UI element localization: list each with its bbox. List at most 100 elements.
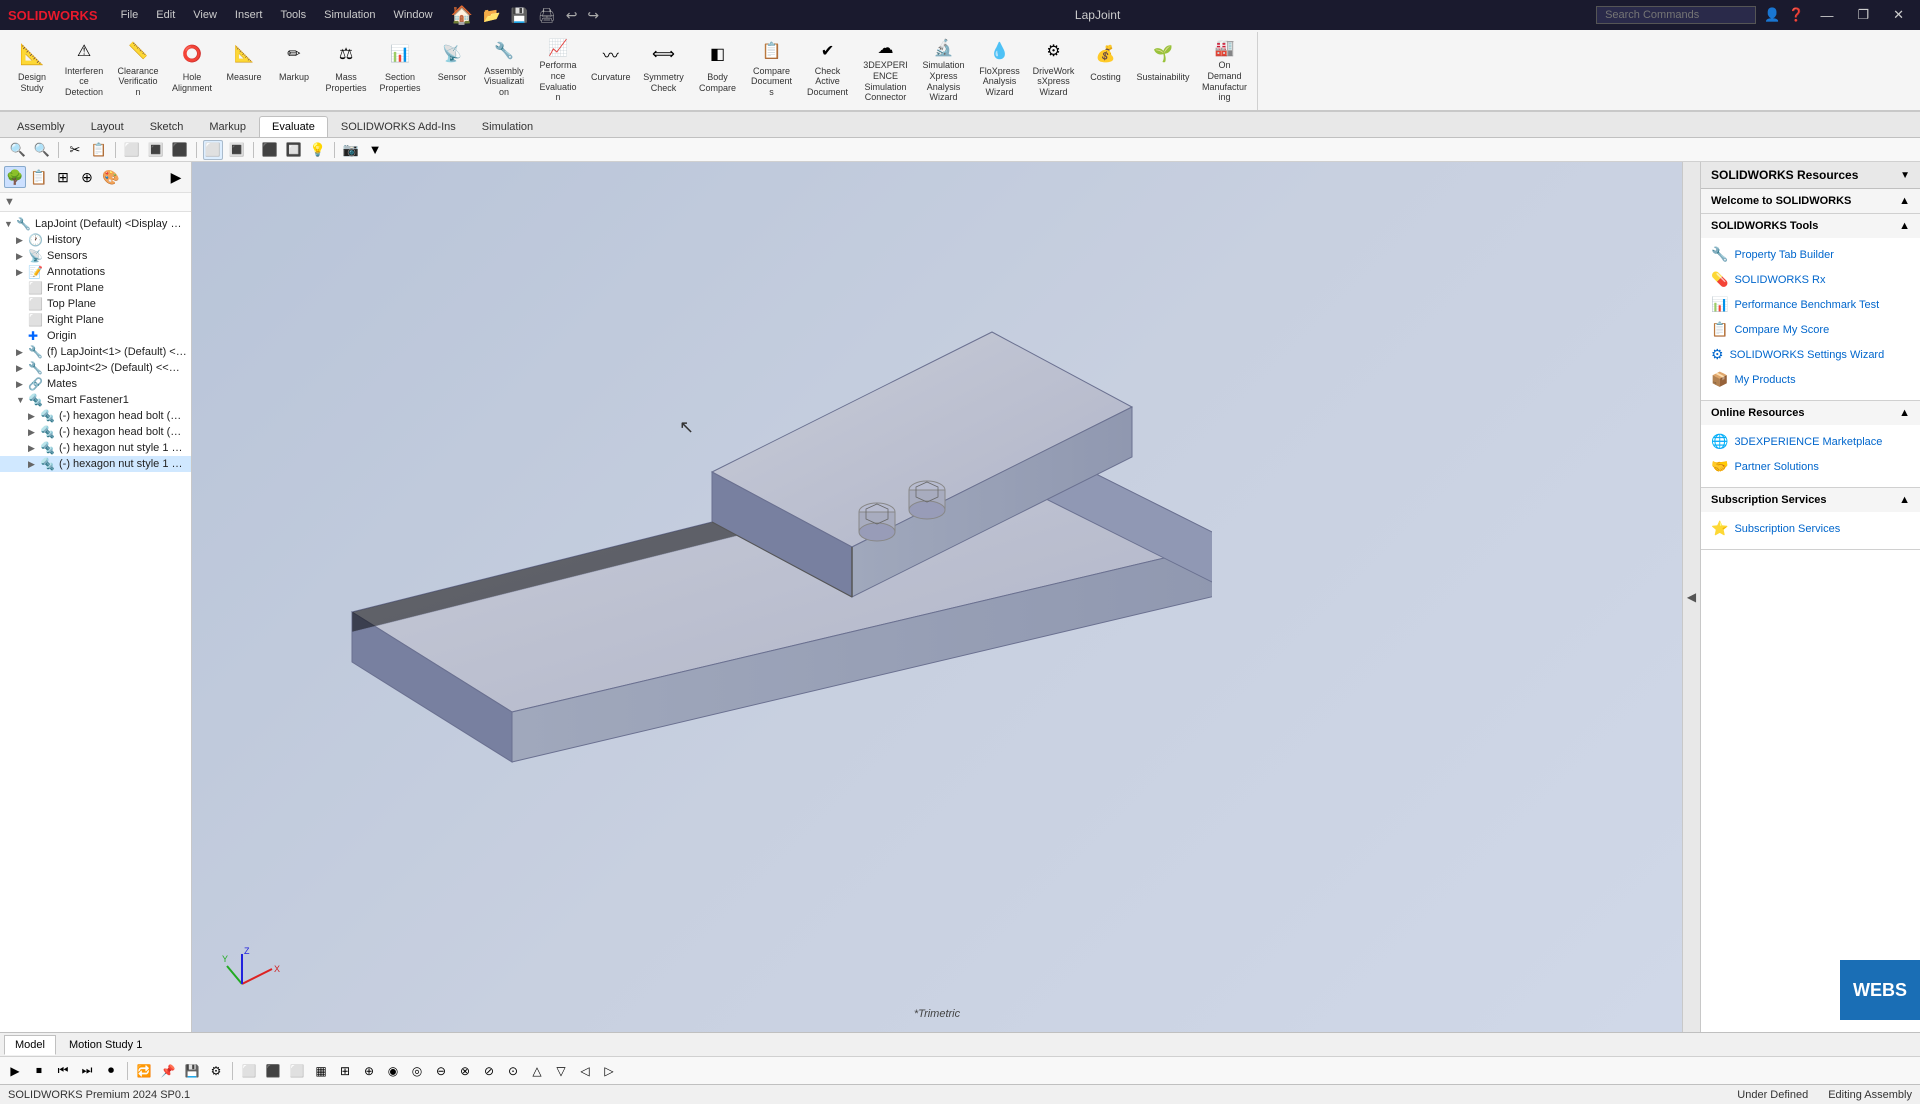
driveworks-btn[interactable]: ⚙ DriveWorksXpress Wizard [1028,34,1080,102]
view-more-btn[interactable]: ▼ [365,140,385,160]
configuration-manager-btn[interactable]: ⊞ [52,166,74,188]
menu-window[interactable]: Window [385,7,440,23]
on-demand-manufacturing-btn[interactable]: 🏭 On Demand Manufacturing [1197,34,1253,102]
markup-btn[interactable]: ✏ Markup [270,34,318,102]
section-welcome-header[interactable]: Welcome to SOLIDWORKS ▲ [1701,189,1920,213]
design-study-btn[interactable]: 📐 DesignStudy [8,34,56,102]
body-compare-btn[interactable]: ◧ Body Compare [692,34,744,102]
tree-hex-nut1[interactable]: ▶ 🔩 (-) hexagon nut style 1 gradeab... [0,440,191,456]
tree-hex-bolt2[interactable]: ▶ 🔩 (-) hexagon head bolt (grade a... [0,424,191,440]
costing-btn[interactable]: 💰 Costing [1082,34,1130,102]
view-wireframe-btn[interactable]: 🔳 [146,140,166,160]
tree-hex-bolt1[interactable]: ▶ 🔩 (-) hexagon head bolt (grade a... [0,408,191,424]
motion-pin-btn[interactable]: 📌 [157,1060,179,1082]
redo-btn[interactable]: ↪ [587,7,599,24]
clearance-verification-btn[interactable]: 📏 Clearance Verification [112,34,164,102]
motion-btn-10[interactable]: ⊗ [454,1060,476,1082]
motion-btn-8[interactable]: ◎ [406,1060,428,1082]
motion-record-btn[interactable]: ⏺ [100,1060,122,1082]
motion-btn-1[interactable]: ⬜ [238,1060,260,1082]
tree-root[interactable]: ▼ 🔧 LapJoint (Default) <Display State-1> [0,216,191,232]
motion-btn-16[interactable]: ▷ [598,1060,620,1082]
motion-save-btn[interactable]: 💾 [181,1060,203,1082]
sustainability-btn[interactable]: 🌱 Sustainability [1132,34,1195,102]
view-copy-btn[interactable]: 📋 [89,140,109,160]
symmetry-check-btn[interactable]: ⟺ Symmetry Check [638,34,690,102]
hole-alignment-btn[interactable]: ⭕ Hole Alignment [166,34,218,102]
menu-insert[interactable]: Insert [227,7,271,23]
minimize-btn[interactable]: — [1812,6,1841,25]
section-properties-btn[interactable]: 📊 Section Properties [374,34,426,102]
bottom-tab-model[interactable]: Model [4,1035,56,1055]
close-btn[interactable]: ✕ [1885,5,1912,25]
floxpress-btn[interactable]: 💧 FloXpress Analysis Wizard [974,34,1026,102]
section-sw-tools-header[interactable]: SOLIDWORKS Tools ▲ [1701,214,1920,238]
view-lights-btn[interactable]: 💡 [308,140,328,160]
motion-btn-14[interactable]: ▽ [550,1060,572,1082]
view-scene-btn[interactable]: 🔲 [284,140,304,160]
motion-forward-btn[interactable]: ⏭ [76,1060,98,1082]
mass-properties-btn[interactable]: ⚖ Mass Properties [320,34,372,102]
link-subscription-services[interactable]: ⭐ Subscription Services [1711,516,1910,541]
new-btn[interactable]: 🏠 [451,5,473,26]
profile-btn[interactable]: 👤 [1764,7,1780,23]
link-settings-wizard[interactable]: ⚙ SOLIDWORKS Settings Wizard [1711,342,1910,367]
open-btn[interactable]: 📂 [483,7,500,24]
link-compare-score[interactable]: 📋 Compare My Score [1711,317,1910,342]
view-search-btn[interactable]: 🔍 [8,140,28,160]
section-subscription-header[interactable]: Subscription Services ▲ [1701,488,1920,512]
maximize-btn[interactable]: ❐ [1849,5,1877,25]
tree-hex-nut2[interactable]: ▶ 🔩 (-) hexagon nut style 1 gradeab... [0,456,191,472]
motion-btn-12[interactable]: ⊙ [502,1060,524,1082]
view-cut-btn[interactable]: ✂ [65,140,85,160]
tree-right-plane[interactable]: ⬜ Right Plane [0,312,191,328]
assembly-visualization-btn[interactable]: 🔧 Assembly Visualization [478,34,530,102]
link-3dexperience-marketplace[interactable]: 🌐 3DEXPERIENCE Marketplace [1711,429,1910,454]
property-manager-btn[interactable]: 📋 [28,166,50,188]
motion-btn-13[interactable]: △ [526,1060,548,1082]
motion-stop-btn[interactable]: ⏹ [28,1060,50,1082]
help-btn[interactable]: ❓ [1788,7,1804,23]
tree-top-plane[interactable]: ⬜ Top Plane [0,296,191,312]
check-active-document-btn[interactable]: ✔ Check Active Document [800,34,856,102]
view-perspective-btn[interactable]: 🔳 [227,140,247,160]
curvature-btn[interactable]: 〰 Curvature [586,34,636,102]
menu-file[interactable]: File [113,7,147,23]
performance-evaluation-btn[interactable]: 📈 Performance Evaluation [532,34,584,102]
simulation-xpress-btn[interactable]: 🔬 SimulationXpress Analysis Wizard [916,34,972,102]
expand-panel-btn[interactable]: ▶ [165,166,187,188]
view-camera-btn[interactable]: 📷 [341,140,361,160]
tab-solidworks-addins[interactable]: SOLIDWORKS Add-Ins [328,116,469,137]
tab-sketch[interactable]: Sketch [137,116,197,137]
feature-tree-btn[interactable]: 🌳 [4,166,26,188]
menu-view[interactable]: View [185,7,225,23]
motion-play-btn[interactable]: ▶ [4,1060,26,1082]
tree-sensors[interactable]: ▶ 📡 Sensors [0,248,191,264]
motion-btn-7[interactable]: ◉ [382,1060,404,1082]
dimetric-manager-btn[interactable]: ⊕ [76,166,98,188]
search-commands-input[interactable] [1596,6,1756,24]
motion-btn-4[interactable]: ▦ [310,1060,332,1082]
view-hidden-btn[interactable]: ⬛ [170,140,190,160]
menu-edit[interactable]: Edit [148,7,183,23]
display-manager-btn[interactable]: 🎨 [100,166,122,188]
menu-tools[interactable]: Tools [272,7,314,23]
sensor-btn[interactable]: 📡 Sensor [428,34,476,102]
undo-btn[interactable]: ↩ [566,7,578,24]
tab-simulation[interactable]: Simulation [469,116,546,137]
motion-btn-2[interactable]: ⬛ [262,1060,284,1082]
tab-evaluate[interactable]: Evaluate [259,116,328,137]
view-appearance-btn[interactable]: ⬛ [260,140,280,160]
tree-front-plane[interactable]: ⬜ Front Plane [0,280,191,296]
tree-annotations[interactable]: ▶ 📝 Annotations [0,264,191,280]
3dexperience-btn[interactable]: ☁ 3DEXPERIENCE Simulation Connector [858,34,914,102]
motion-btn-11[interactable]: ⊘ [478,1060,500,1082]
tree-smart-fastener1[interactable]: ▼ 🔩 Smart Fastener1 [0,392,191,408]
link-my-products[interactable]: 📦 My Products [1711,367,1910,392]
motion-btn-3[interactable]: ⬜ [286,1060,308,1082]
motion-settings-btn[interactable]: ⚙ [205,1060,227,1082]
tree-lapjoint1[interactable]: ▶ 🔧 (f) LapJoint<1> (Default) <<Default> [0,344,191,360]
save-btn[interactable]: 💾 [510,7,527,24]
right-panel-options-btn[interactable]: ▼ [1900,170,1910,181]
link-partner-solutions[interactable]: 🤝 Partner Solutions [1711,454,1910,479]
